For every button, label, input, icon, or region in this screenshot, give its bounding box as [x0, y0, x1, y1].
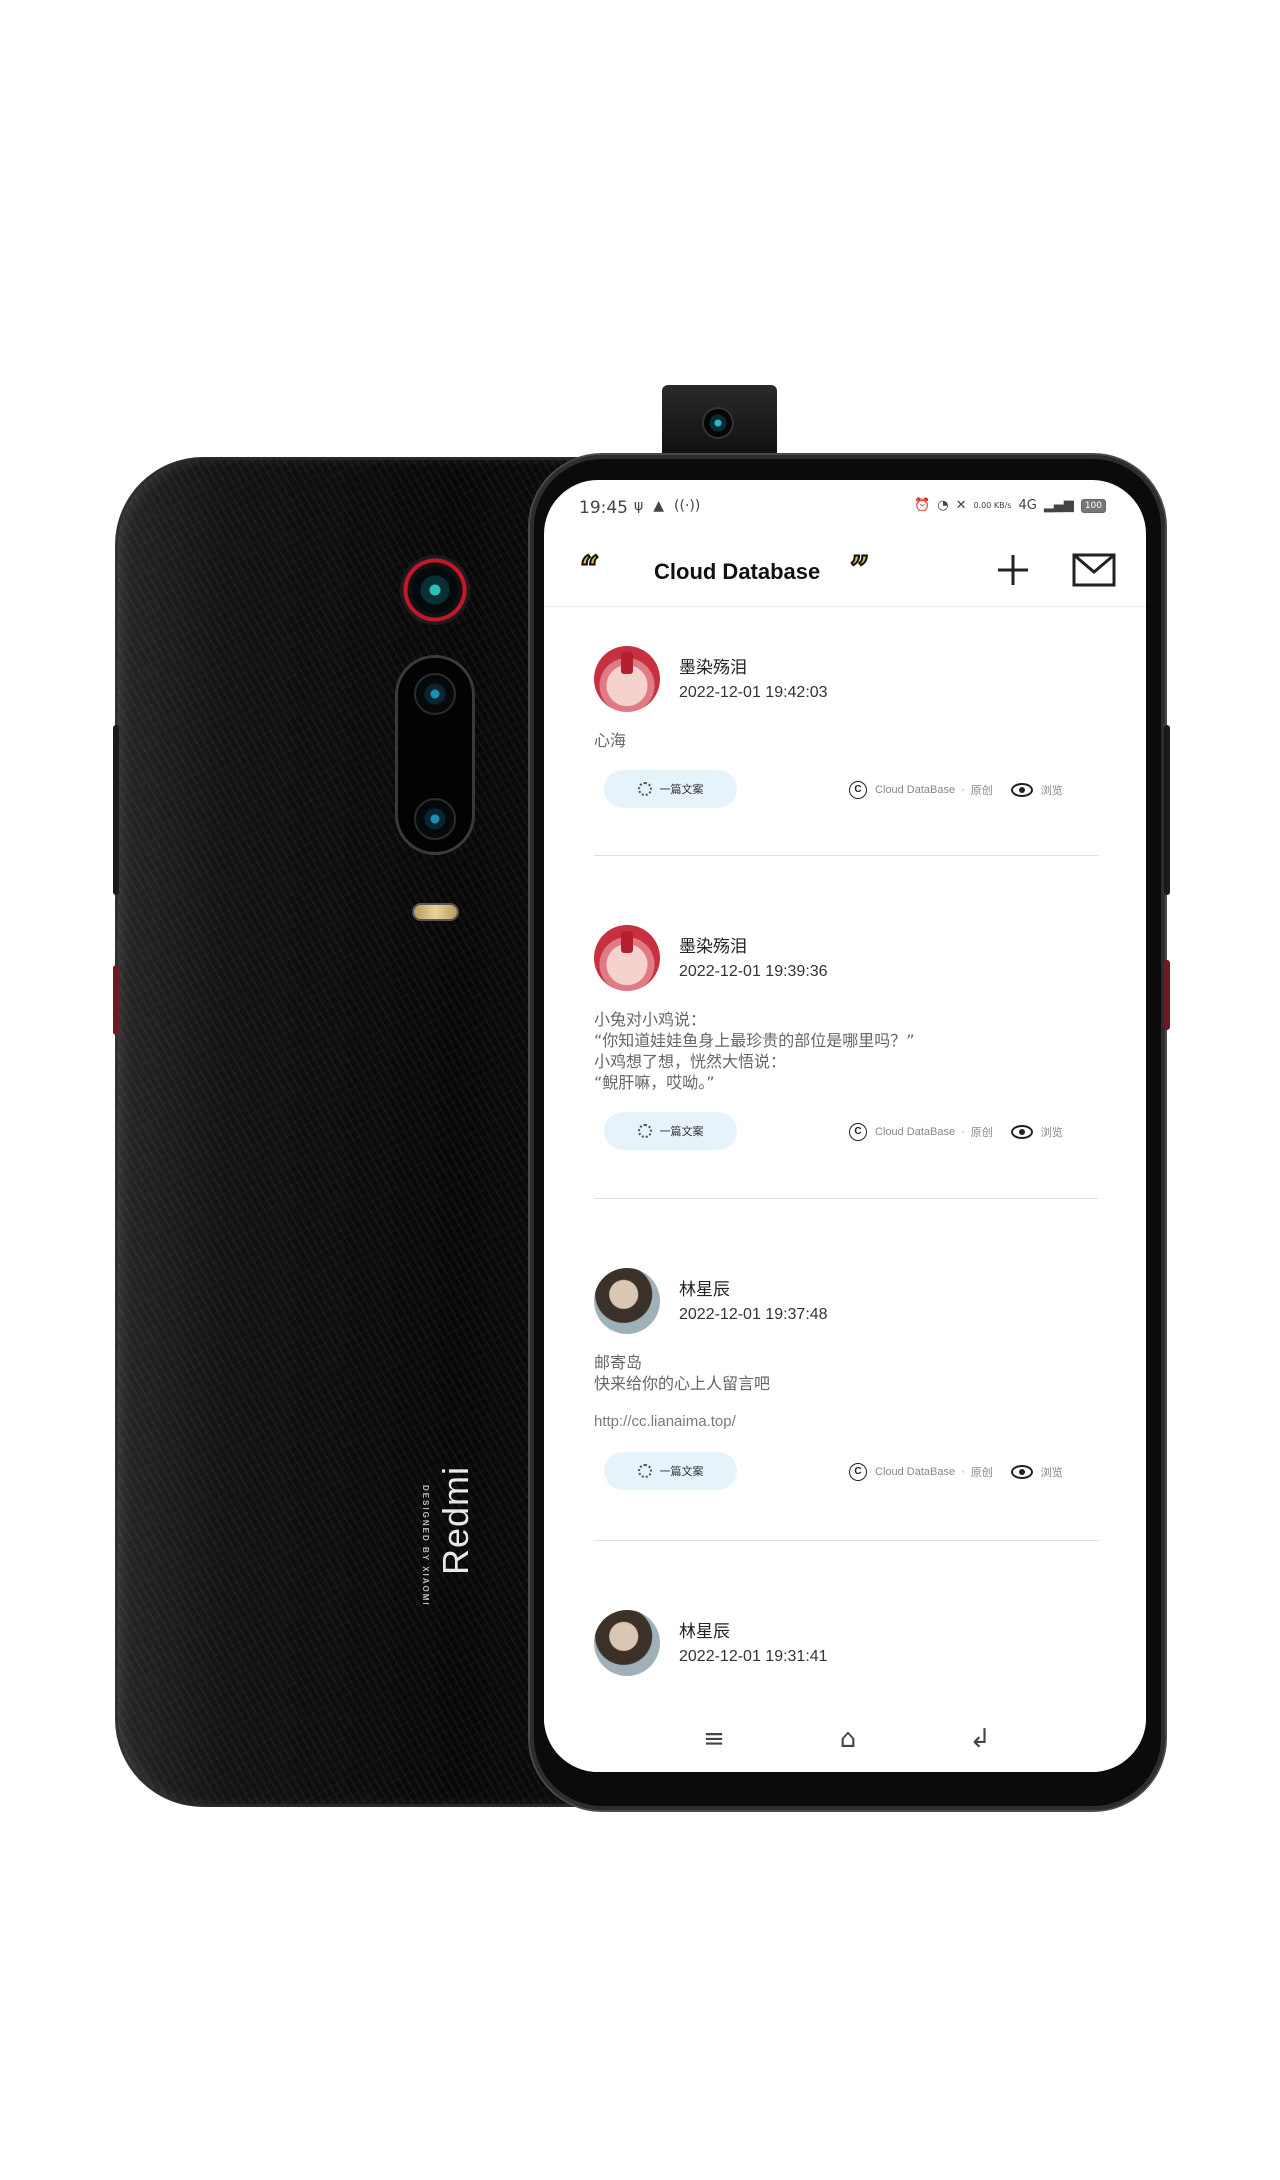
popup-selfie-camera — [662, 385, 777, 460]
hotspot-icon: ((·)) — [674, 498, 701, 514]
post-original: 原创 — [970, 1127, 993, 1139]
quote-close-icon: ” — [849, 548, 871, 590]
plus-icon — [998, 555, 1028, 585]
post-source: Cloud DataBase — [875, 1466, 956, 1478]
tag-button[interactable]: 一篇文案 — [604, 770, 737, 808]
signal-icon: ▂▄▆ — [1043, 498, 1074, 513]
eye-icon — [1010, 1465, 1033, 1479]
menu-icon: ≡ — [703, 1724, 725, 1754]
post-divider — [594, 1540, 1099, 1541]
post-source: Cloud DataBase — [875, 1126, 956, 1138]
app-title: Cloud Database — [654, 559, 821, 584]
battery-icon: 100 — [1080, 498, 1106, 513]
back-button[interactable]: ↲ — [960, 1722, 1000, 1756]
net-speed: 0.00 KB/s — [973, 500, 1012, 510]
post-author[interactable]: 林星辰 — [679, 1617, 730, 1642]
eye-icon — [1010, 783, 1033, 797]
phone-screen: 19:45 ψ ▲ ((·)) ⏰ ◔ ✕ 0.00 KB/s 4G ▂▄▆ 1… — [544, 480, 1146, 1772]
post-author[interactable]: 墨染殇泪 — [679, 932, 747, 957]
tag-label: 一篇文案 — [659, 783, 704, 796]
home-icon: ⌂ — [839, 1724, 857, 1754]
volume-button — [113, 725, 119, 895]
avatar[interactable] — [594, 925, 660, 991]
post-original: 原创 — [970, 1467, 993, 1479]
navigation-bar: ≡ ⌂ ↲ — [544, 1712, 1146, 1772]
mail-button[interactable] — [1072, 553, 1116, 587]
menu-button[interactable]: ≡ — [694, 1722, 734, 1756]
gear-icon — [637, 1124, 652, 1138]
speedometer-icon: ◔ — [937, 498, 949, 513]
post-content: 心海 — [594, 731, 627, 750]
brand-logo: Redmi — [435, 1465, 476, 1575]
post-time: 2022-12-01 19:31:41 — [679, 1648, 828, 1665]
power-button — [113, 965, 119, 1035]
status-bar: 19:45 ψ ▲ ((·)) ⏰ ◔ ✕ 0.00 KB/s 4G ▂▄▆ 1… — [544, 480, 1146, 530]
post-content: 邮寄岛 快来给你的心上人留言吧 — [594, 1353, 771, 1393]
tag-button[interactable]: 一篇文案 — [604, 1452, 737, 1490]
alarm-icon: ⏰ — [914, 498, 931, 513]
usb-icon: ψ — [634, 498, 644, 514]
camera-lens — [414, 798, 456, 840]
copyright-icon: C — [849, 1463, 867, 1481]
gear-icon — [637, 1464, 652, 1478]
camera-lens — [414, 673, 456, 715]
post-time: 2022-12-01 19:42:03 — [679, 684, 828, 701]
tag-button[interactable]: 一篇文案 — [604, 1112, 737, 1150]
copyright-icon: C — [849, 1123, 867, 1141]
post-source: Cloud DataBase — [875, 784, 956, 796]
main-camera-lens — [400, 555, 470, 625]
post-views: 浏览 — [1040, 785, 1063, 797]
avatar[interactable] — [594, 646, 660, 712]
copyright-icon: C — [849, 781, 867, 799]
warning-icon: ▲ — [653, 498, 665, 514]
tag-label: 一篇文案 — [659, 1125, 704, 1138]
avatar[interactable] — [594, 1610, 660, 1676]
tag-label: 一篇文案 — [659, 1465, 704, 1478]
home-button[interactable]: ⌂ — [828, 1722, 868, 1756]
quote-open-icon: “ — [579, 548, 601, 590]
network-type: 4G — [1018, 498, 1037, 513]
brand-tagline: DESIGNED BY XIAOMI — [421, 1485, 430, 1607]
post-divider — [594, 855, 1099, 856]
post-divider — [594, 1198, 1099, 1199]
power-button-right — [1164, 960, 1170, 1030]
status-time: 19:45 — [579, 498, 628, 518]
post-author[interactable]: 林星辰 — [679, 1275, 730, 1300]
gear-icon — [637, 782, 652, 796]
mute-icon: ✕ — [955, 498, 967, 513]
post-author[interactable]: 墨染殇泪 — [679, 653, 747, 678]
flash-icon — [412, 903, 459, 921]
back-icon: ↲ — [969, 1724, 991, 1754]
selfie-lens — [702, 407, 734, 439]
post-link[interactable]: http://cc.lianaima.top/ — [594, 1413, 736, 1430]
eye-icon — [1010, 1125, 1033, 1139]
avatar[interactable] — [594, 1268, 660, 1334]
status-right-icons: ⏰ ◔ ✕ 0.00 KB/s 4G ▂▄▆ 100 — [914, 498, 1106, 513]
status-left-icons: ψ ▲ ((·)) — [634, 498, 700, 514]
post-meta: C Cloud DataBase · 原创 浏览 — [849, 778, 1109, 802]
post-original: 原创 — [970, 785, 993, 797]
app-header: “ Cloud Database ” — [544, 537, 1146, 607]
mail-icon — [1072, 553, 1116, 587]
post-meta: C Cloud DataBase · 原创 浏览 — [849, 1460, 1109, 1484]
volume-button-right — [1164, 725, 1170, 895]
post-time: 2022-12-01 19:39:36 — [679, 963, 828, 980]
add-post-button[interactable] — [992, 549, 1034, 591]
camera-module — [395, 655, 475, 855]
post-views: 浏览 — [1040, 1467, 1063, 1479]
post-time: 2022-12-01 19:37:48 — [679, 1306, 828, 1323]
post-meta: C Cloud DataBase · 原创 浏览 — [849, 1120, 1109, 1144]
post-content: 小兔对小鸡说： “你知道娃娃鱼身上最珍贵的部位是哪里吗？” 小鸡想了想，恍然大悟… — [594, 1010, 915, 1092]
post-views: 浏览 — [1040, 1127, 1063, 1139]
